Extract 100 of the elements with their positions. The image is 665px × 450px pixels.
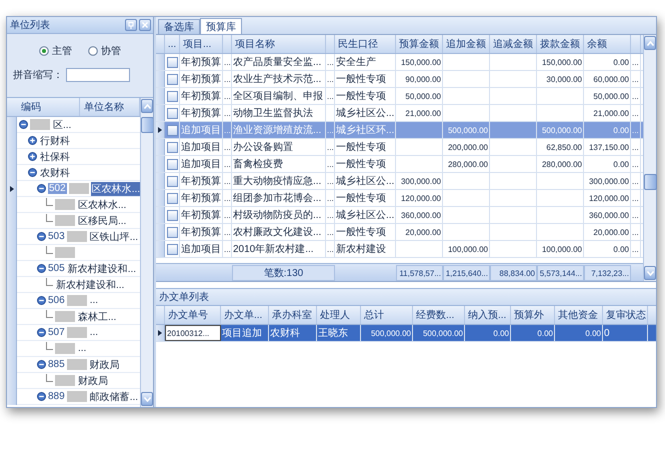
tree-label[interactable]: 社保科 — [39, 150, 71, 164]
checkbox[interactable] — [166, 226, 178, 238]
checkbox[interactable] — [166, 176, 178, 186]
tree-label[interactable]: 邮政储蓄... — [88, 390, 140, 404]
column-header[interactable]: 处理人 — [317, 306, 361, 324]
table-cell: 90,000.00 — [396, 71, 443, 87]
checkbox[interactable] — [166, 124, 178, 136]
scrollbar-thumb[interactable] — [644, 174, 656, 190]
table-cell: ... — [631, 122, 641, 138]
table-row[interactable]: 年初预算 ... 农村廉政文化建设... ... 一般性专项 20,000.00 20,000.00 ... — [156, 224, 643, 241]
collapse-icon[interactable] — [28, 168, 37, 177]
table-cell: ... — [326, 88, 335, 104]
pin-button[interactable] — [125, 19, 137, 31]
collapse-icon[interactable] — [37, 296, 46, 305]
column-header[interactable]: 项目... — [180, 35, 223, 53]
tree-label[interactable]: 财政局 — [77, 374, 109, 388]
table-row[interactable]: 年初预算 ... 组团参加市花博会... ... 一般性专项 120,000.00 120,000.00 ... — [156, 190, 643, 207]
collapse-icon[interactable] — [37, 232, 46, 241]
table-row[interactable]: 20100312... 项目追加 农财科 王晓东 500,000.00 500,000.00 0.00 0.00 0.00 0 — [156, 325, 656, 342]
table-cell: ... — [326, 71, 335, 87]
column-header[interactable]: 追减金额 — [490, 35, 537, 53]
column-header[interactable]: 办文单号 — [165, 306, 221, 324]
tree-label[interactable]: 新农村建设和... — [66, 262, 138, 276]
tree-code[interactable]: 885 — [48, 359, 65, 370]
column-header[interactable]: 预算金额 — [396, 35, 443, 53]
checkbox[interactable] — [166, 90, 178, 102]
tree-label[interactable]: 新农村建设和... — [55, 278, 126, 292]
scroll-up-button[interactable] — [644, 36, 656, 50]
column-header[interactable]: 追加金额 — [443, 35, 490, 53]
collapse-icon[interactable] — [37, 360, 46, 369]
collapse-icon[interactable] — [37, 184, 46, 193]
expand-icon[interactable] — [28, 152, 37, 161]
tree-connector — [46, 374, 53, 382]
tree-label[interactable]: 财政局 — [88, 358, 121, 372]
table-row[interactable]: 追加项目 ... 办公设备购置 ... 一般性专项 200,000.00 62,850.00 137,150.00 ... — [156, 139, 643, 156]
tab[interactable]: 预算库 — [200, 18, 242, 34]
tree-code[interactable]: 889 — [48, 391, 65, 402]
close-button[interactable] — [139, 19, 151, 31]
column-header[interactable]: 余额 — [584, 35, 631, 53]
table-row[interactable]: 追加项目 ... 畜禽检疫费 ... 一般性专项 280,000.00 280,000.00 0.00 ... — [156, 156, 643, 173]
checkbox[interactable] — [166, 142, 178, 152]
table-row[interactable]: 年初预算 ... 重大动物疫情应急... ... 城乡社区公... 300,000.00 300,000.00 ... — [156, 173, 643, 190]
radio-button[interactable]: 主管 — [39, 44, 72, 58]
tree-label[interactable]: 区农林水... — [90, 182, 140, 196]
tree-label[interactable]: ... — [88, 327, 100, 338]
radio-button[interactable]: 协管 — [88, 44, 121, 58]
checkbox[interactable] — [166, 244, 178, 254]
tab[interactable]: 备选库 — [158, 19, 200, 34]
tree-code[interactable]: 505 — [48, 263, 65, 274]
checkbox[interactable] — [166, 192, 178, 204]
table-row[interactable]: 年初预算 ... 全区项目编制、申报 ... 一般性专项 50,000.00 50,000.00 ... — [156, 88, 643, 105]
tree-label[interactable]: 森林工... — [77, 310, 118, 324]
table-cell: ... — [631, 139, 641, 155]
tree-label[interactable]: 区移民局... — [77, 214, 128, 228]
table-cell: 500,000.00 — [443, 122, 490, 138]
table-cell: 一般性专项 — [335, 224, 396, 240]
column-header[interactable]: 总计 — [361, 306, 413, 324]
tree-label[interactable]: 区铁山坪... — [88, 230, 140, 244]
table-row[interactable]: 年初预算 ... 村级动物防疫员的... ... 城乡社区公... 360,000.00 360,000.00 ... — [156, 207, 643, 224]
tree-code[interactable]: 506 — [48, 295, 65, 306]
checkbox[interactable] — [166, 74, 178, 84]
checkbox[interactable] — [166, 56, 178, 68]
checkbox[interactable] — [166, 210, 178, 220]
tree-code[interactable]: 507 — [48, 327, 65, 338]
column-header[interactable]: 经费数... — [413, 306, 465, 324]
scroll-down-button[interactable] — [141, 392, 153, 406]
expand-icon[interactable] — [28, 136, 37, 145]
input-field[interactable] — [66, 68, 130, 82]
table-row[interactable]: 年初预算 ... 农业生产技术示范... ... 一般性专项 90,000.00 30,000.00 60,000.00 ... — [156, 71, 643, 88]
tree-label[interactable]: 农财科 — [39, 166, 71, 180]
tree-label[interactable]: 区农林水... — [77, 198, 128, 212]
column-header[interactable]: 编码 — [7, 98, 80, 116]
tree-label[interactable]: ... — [77, 343, 88, 354]
scrollbar-thumb[interactable] — [140, 117, 153, 133]
column-header[interactable]: 拨款金额 — [537, 35, 584, 53]
table-row[interactable]: 年初预算 ... 农产品质量安全监... ... 安全生产 150,000.00 150,000.00 0.00 ... — [156, 54, 643, 71]
tree-code[interactable]: 503 — [48, 231, 65, 242]
row-header — [156, 156, 165, 172]
column-header[interactable]: 纳入预... — [465, 306, 511, 324]
column-header[interactable]: ... — [165, 35, 180, 53]
table-cell: 追加项目 — [180, 122, 223, 138]
scroll-up-button[interactable] — [141, 99, 153, 113]
column-header[interactable]: 其他资金 — [555, 306, 603, 324]
column-header[interactable]: 预算外 — [511, 306, 555, 324]
column-header[interactable]: 民生口径 — [335, 35, 396, 53]
column-header[interactable]: 复审状态 — [603, 306, 648, 324]
column-header[interactable]: 项目名称 — [232, 35, 326, 53]
scroll-down-button[interactable] — [644, 266, 656, 280]
column-header[interactable]: 承办科室 — [269, 306, 317, 324]
collapse-icon[interactable] — [37, 392, 46, 401]
collapse-icon[interactable] — [37, 328, 46, 337]
table-row[interactable]: 追加项目 ... 2010年新农村建... ... 新农村建设 100,000.00 100,000.00 0.00 ... — [156, 241, 643, 258]
checkbox[interactable] — [166, 158, 178, 170]
column-header[interactable]: 办文单... — [221, 306, 269, 324]
checkbox[interactable] — [166, 108, 178, 118]
tree-label[interactable]: 行财科 — [39, 134, 71, 148]
collapse-icon[interactable] — [37, 264, 46, 273]
tree-label[interactable]: ... — [88, 295, 100, 306]
tree-label[interactable]: 区... — [52, 118, 72, 132]
collapse-icon[interactable] — [19, 120, 28, 129]
